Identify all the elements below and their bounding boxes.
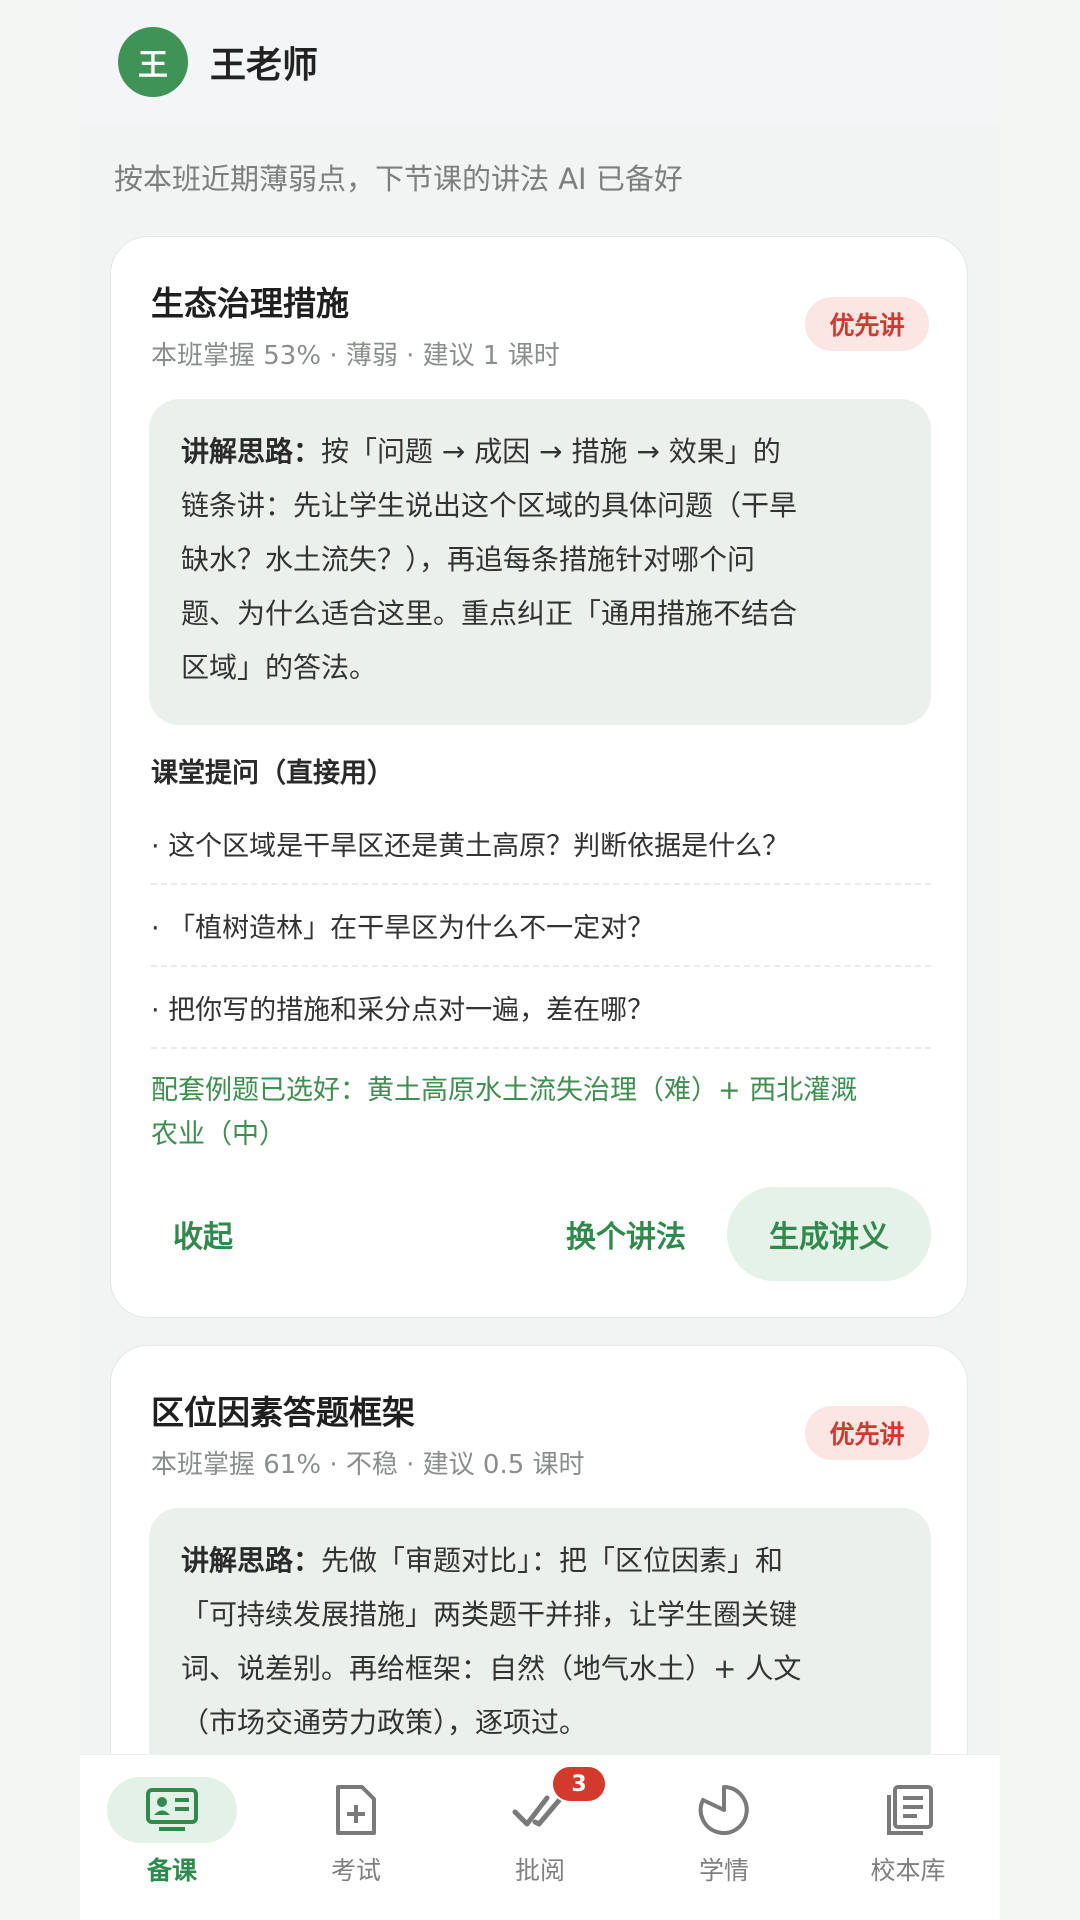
exam-add-icon: [336, 1785, 376, 1835]
avatar[interactable]: 王: [118, 27, 188, 97]
card-meta: 本班掌握 53% · 薄弱 · 建议 1 课时: [151, 341, 560, 371]
lesson-prep-icon: [146, 1788, 198, 1831]
change-approach-button[interactable]: 换个讲法: [551, 1187, 701, 1281]
approach-line: 链条讲：先让学生说出这个区域的具体问题（干旱: [181, 489, 798, 522]
page-subtitle: 按本班近期薄弱点，下节课的讲法 AI 已备好: [114, 162, 683, 196]
collapse-button[interactable]: 收起: [151, 1187, 255, 1281]
card-title: 区位因素答题框架: [151, 1393, 415, 1432]
examples-line: 农业（中）: [151, 1119, 286, 1150]
teacher-name: 王老师: [210, 45, 319, 86]
library-doc-icon: [887, 1785, 933, 1835]
approach-line: 按「问题 → 成因 → 措施 → 效果」的: [321, 435, 781, 468]
tab-lesson-prep[interactable]: 备课: [80, 1755, 264, 1920]
approach-line: 区域」的答法。: [181, 651, 378, 684]
tab-label: 备课: [146, 1856, 197, 1885]
lesson-card-ecology: 生态治理措施 本班掌握 53% · 薄弱 · 建议 1 课时 优先讲 讲解思路：…: [110, 236, 968, 1318]
approach-line: 「可持续发展措施」两类题干并排，让学生圈关键: [181, 1598, 798, 1631]
tab-grading[interactable]: 3 批阅: [448, 1755, 632, 1920]
approach-line: 题、为什么适合这里。重点纠正「通用措施不结合: [181, 597, 798, 630]
tab-label: 学情: [698, 1856, 749, 1885]
approach-line: 缺水？水土流失？），再追每条措施针对哪个问: [181, 543, 756, 576]
approach-line: 先做「审题对比」：把「区位因素」和: [321, 1544, 784, 1577]
teaching-approach-box: 讲解思路：按「问题 → 成因 → 措施 → 效果」的 链条讲：先让学生说出这个区…: [149, 399, 931, 725]
header: 王 王老师: [80, 0, 1000, 124]
approach-line: （市场交通劳力政策），逐项过。: [181, 1706, 588, 1739]
analytics-pie-icon: [698, 1785, 749, 1835]
example-problems[interactable]: 配套例题已选好：黄土高原水土流失治理（难）+ 西北灌溉 农业（中）: [151, 1069, 931, 1157]
priority-badge: 优先讲: [805, 1406, 929, 1460]
approach-label: 讲解思路：: [181, 435, 322, 468]
tab-library[interactable]: 校本库: [816, 1755, 1000, 1920]
approach-label: 讲解思路：: [181, 1544, 322, 1577]
tab-label: 校本库: [870, 1856, 946, 1885]
generate-handout-button[interactable]: 生成讲义: [727, 1187, 931, 1281]
tab-analytics[interactable]: 学情: [632, 1755, 816, 1920]
page: 王 王老师 按本班近期薄弱点，下节课的讲法 AI 已备好 生态治理措施 本班掌握…: [80, 0, 1000, 1920]
card-meta: 本班掌握 61% · 不稳 · 建议 0.5 课时: [151, 1450, 585, 1480]
tab-label: 考试: [330, 1856, 381, 1885]
priority-badge: 优先讲: [805, 297, 929, 351]
grading-count-badge: 3: [551, 1765, 607, 1803]
questions-label: 课堂提问（直接用）: [151, 758, 394, 789]
question-item: · 「植树造林」在干旱区为什么不一定对？: [151, 885, 931, 967]
bottom-tab-bar: 备课 考试 3 批阅 学情 校本库: [80, 1754, 1000, 1920]
examples-line: 配套例题已选好：黄土高原水土流失治理（难）+ 西北灌溉: [151, 1075, 858, 1106]
card-title: 生态治理措施: [151, 284, 349, 323]
approach-line: 词、说差别。再给框架：自然（地气水土）+ 人文: [181, 1652, 802, 1685]
tab-label: 批阅: [514, 1856, 565, 1885]
question-item: · 这个区域是干旱区还是黄土高原？判断依据是什么？: [151, 803, 931, 885]
tab-exam[interactable]: 考试: [264, 1755, 448, 1920]
question-item: · 把你写的措施和采分点对一遍，差在哪？: [151, 967, 931, 1049]
